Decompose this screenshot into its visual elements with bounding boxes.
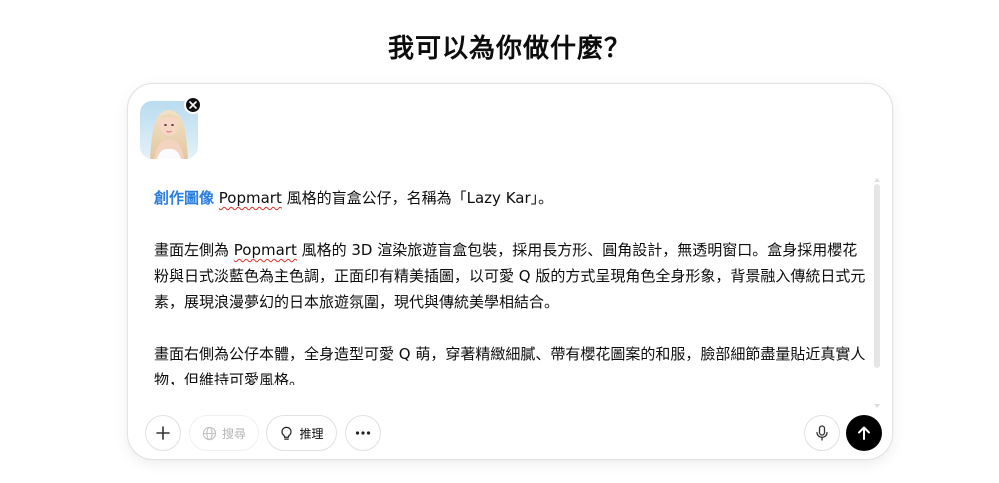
create-image-mention[interactable]: 創作圖像 [154,189,214,207]
remove-attachment-button[interactable] [184,96,202,114]
lightbulb-icon [281,426,293,440]
scroll-down-arrow-icon[interactable] [874,404,880,408]
close-icon [189,101,197,109]
prompt-textarea[interactable]: 創作圖像 Popmart 風格的盲盒公仔，名稱為「Lazy Kar」。 畫面左側… [154,185,866,385]
voice-input-button[interactable] [804,415,840,451]
scrollbar-thumb[interactable] [874,184,880,368]
prompt-paragraph-2: 畫面左側為 Popmart 風格的 3D 渲染旅遊盲盒包裝，採用長方形、圓角設計… [154,237,866,315]
prompt-composer: 創作圖像 Popmart 風格的盲盒公仔，名稱為「Lazy Kar」。 畫面左側… [127,83,893,460]
spellcheck-word: Popmart [233,241,297,259]
microphone-icon [816,425,828,441]
reason-button[interactable]: 推理 [266,415,337,451]
scroll-up-arrow-icon[interactable] [874,178,880,182]
prompt-paragraph-2-prefix: 畫面左側為 [154,241,234,259]
spellcheck-word: Popmart [218,189,282,207]
search-button[interactable]: 搜尋 [189,415,259,451]
plus-icon [156,426,170,440]
page-title: 我可以為你做什麼？ [387,34,631,64]
arrow-up-icon [858,426,870,440]
search-button-label: 搜尋 [221,426,246,441]
prompt-line-1-text: 風格的盲盒公仔，名稱為「Lazy Kar」。 [281,189,554,207]
send-button[interactable] [846,415,882,451]
add-attachment-button[interactable] [145,415,181,451]
prompt-line-1: 創作圖像 Popmart 風格的盲盒公仔，名稱為「Lazy Kar」。 [154,185,866,211]
reason-button-label: 推理 [299,426,324,441]
prompt-paragraph-3: 畫面右側為公仔本體，全身造型可愛 Q 萌，穿著精緻細膩、帶有櫻花圖案的和服，臉部… [154,345,866,385]
prompt-scrollbar[interactable] [874,184,880,368]
more-options-button[interactable] [345,415,381,451]
globe-icon [202,426,217,440]
ellipsis-icon [355,431,371,435]
